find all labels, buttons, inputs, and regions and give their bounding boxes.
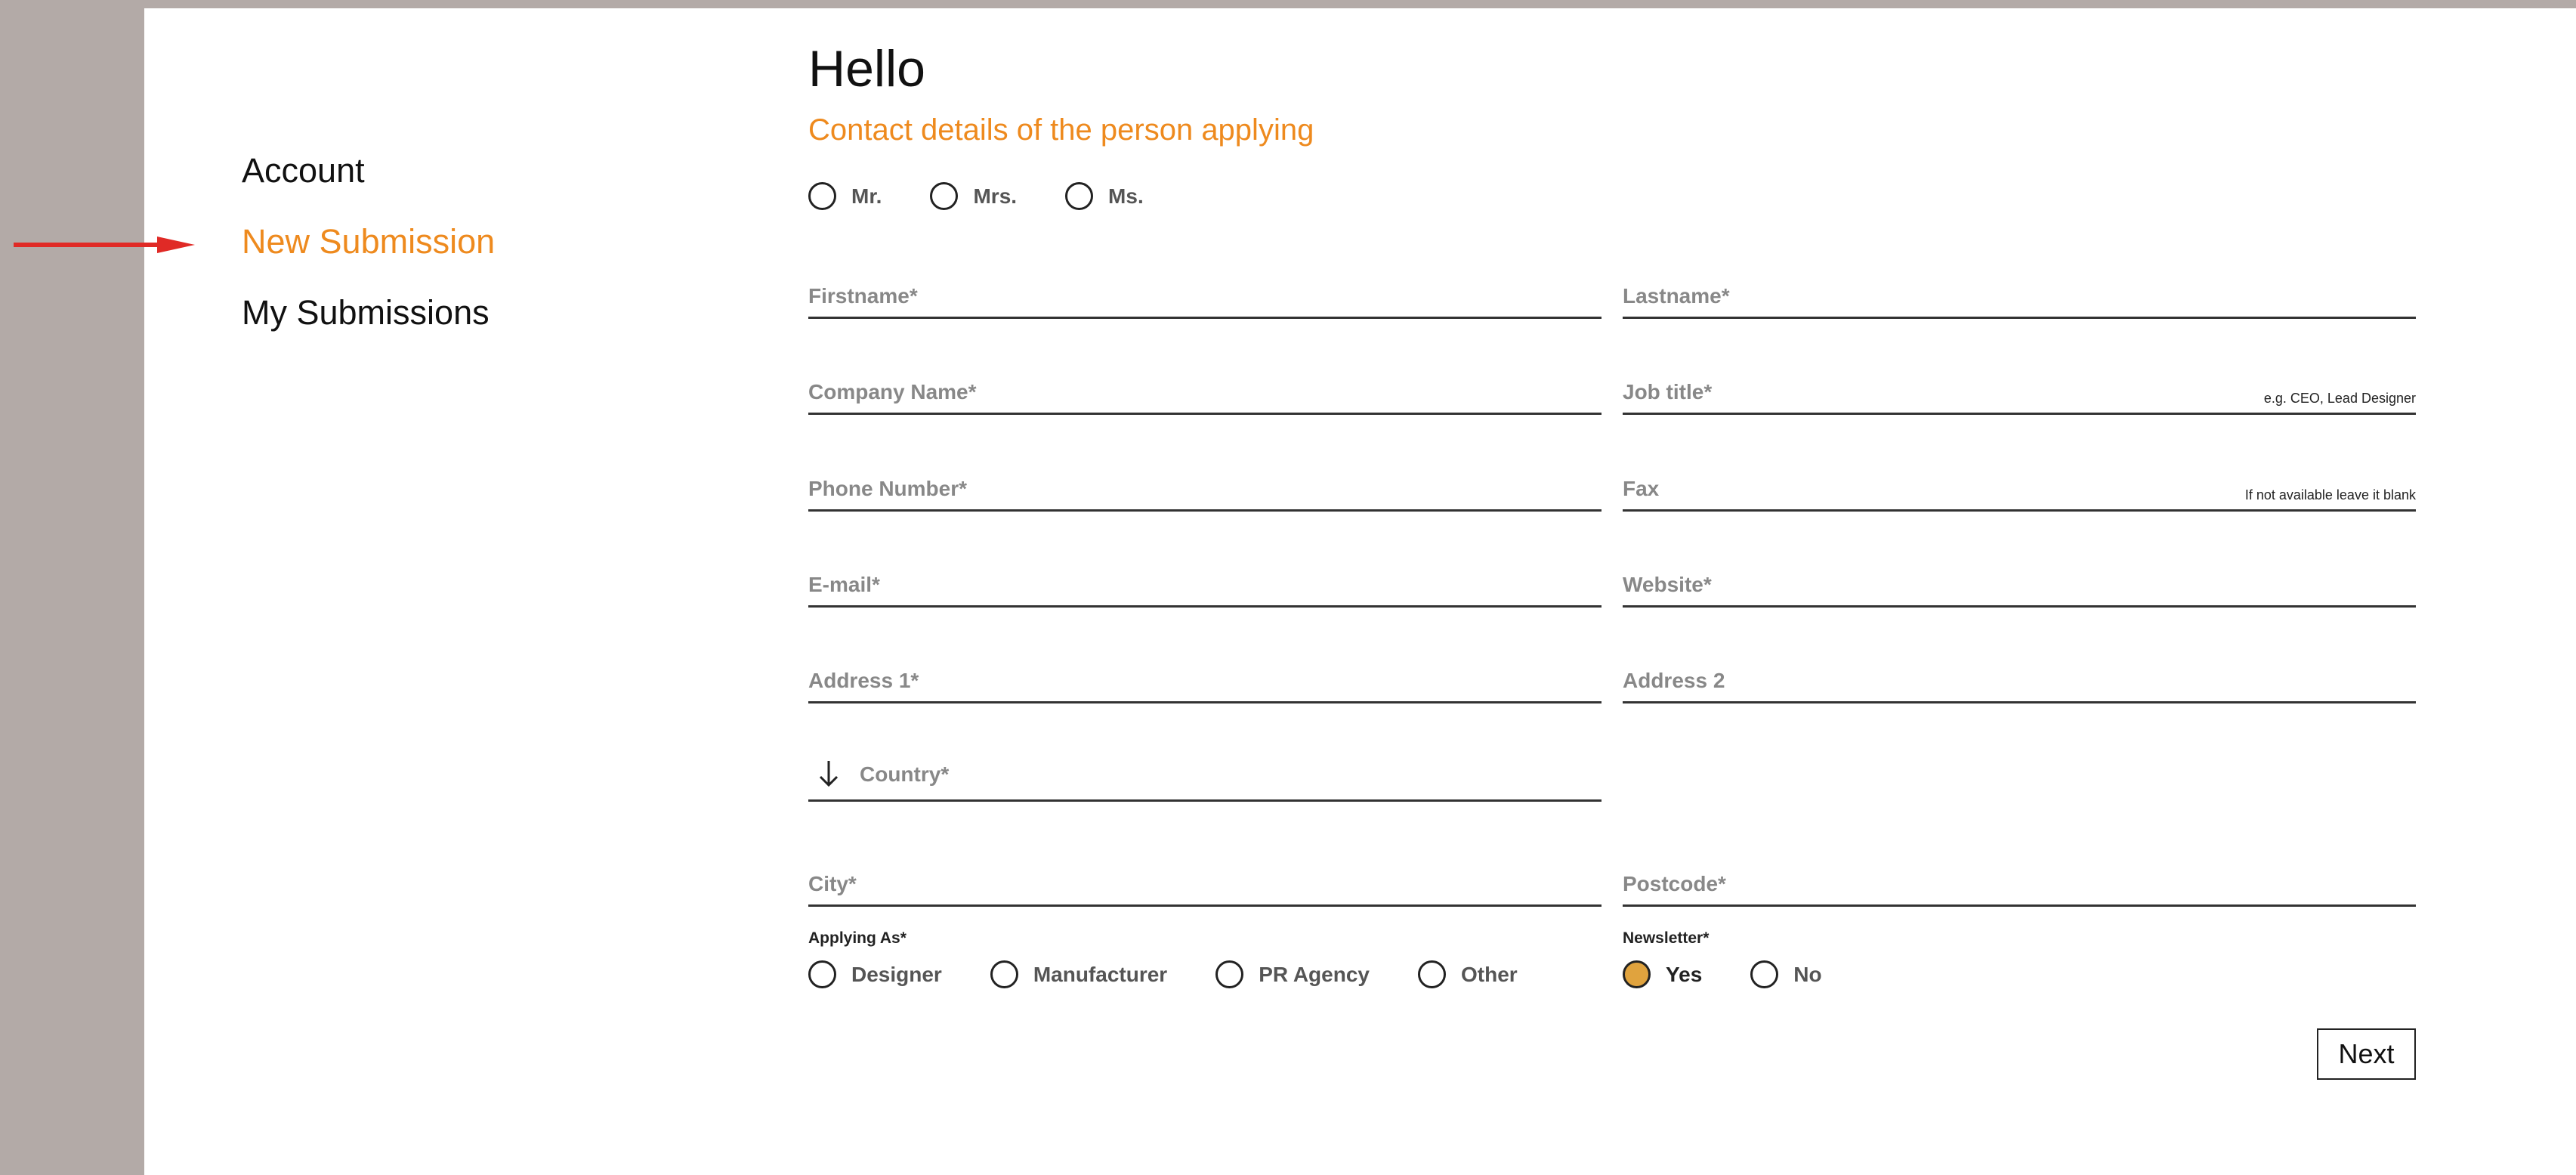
next-button[interactable]: Next: [2317, 1028, 2416, 1080]
applying-manufacturer-radio[interactable]: Manufacturer: [990, 960, 1167, 988]
job-title-hint: e.g. CEO, Lead Designer: [2263, 391, 2416, 406]
city-input[interactable]: [808, 869, 1602, 899]
radio-circle-icon[interactable]: [1065, 182, 1094, 210]
postcode-field[interactable]: [1623, 869, 2416, 907]
newsletter-radio-group: Yes No: [1623, 960, 1822, 988]
country-input[interactable]: [860, 759, 1602, 790]
website-field[interactable]: [1623, 570, 2416, 608]
arrow-down-icon: [819, 761, 839, 787]
radio-label: No: [1793, 962, 1822, 986]
applying-pr-agency-radio[interactable]: PR Agency: [1215, 960, 1370, 988]
radio-label: Ms.: [1108, 184, 1144, 208]
form-subtitle: Contact details of the person applying: [808, 113, 1314, 147]
radio-label: PR Agency: [1259, 962, 1370, 986]
applying-other-radio[interactable]: Other: [1417, 960, 1518, 988]
email-field[interactable]: [808, 570, 1602, 608]
address1-input[interactable]: [808, 666, 1602, 696]
nav-new-submission[interactable]: New Submission: [242, 222, 495, 261]
radio-label: Mr.: [851, 184, 882, 208]
fax-hint: If not available leave it blank: [2244, 487, 2416, 502]
radio-label: Yes: [1666, 962, 1703, 986]
radio-label: Mrs.: [973, 184, 1018, 208]
nav-my-submissions[interactable]: My Submissions: [242, 293, 490, 332]
applying-as-radio-group: Designer Manufacturer PR Agency Other: [808, 960, 1518, 988]
address2-input[interactable]: [1623, 666, 2416, 696]
annotation-arrow-icon: [14, 237, 195, 253]
radio-circle-icon[interactable]: [1750, 960, 1779, 988]
fax-field[interactable]: If not available leave it blank: [1623, 474, 2416, 512]
newsletter-label: Newsletter*: [1623, 929, 1710, 947]
lastname-input[interactable]: [1623, 281, 2416, 311]
radio-circle-icon[interactable]: [808, 182, 836, 210]
company-name-input[interactable]: [808, 377, 1602, 407]
salutation-radio-group: Mr. Mrs. Ms.: [808, 182, 1144, 210]
radio-circle-icon[interactable]: [808, 960, 836, 988]
phone-number-field[interactable]: [808, 474, 1602, 512]
nav-account[interactable]: Account: [242, 151, 365, 190]
address1-field[interactable]: [808, 666, 1602, 703]
company-name-field[interactable]: [808, 377, 1602, 415]
firstname-field[interactable]: [808, 281, 1602, 319]
salutation-ms-radio[interactable]: Ms.: [1065, 182, 1144, 210]
radio-circle-icon[interactable]: [1417, 960, 1446, 988]
radio-circle-icon[interactable]: [1215, 960, 1244, 988]
postcode-input[interactable]: [1623, 869, 2416, 899]
email-input[interactable]: [808, 570, 1602, 600]
radio-selected-icon[interactable]: [1623, 960, 1651, 988]
lastname-field[interactable]: [1623, 281, 2416, 319]
address2-field[interactable]: [1623, 666, 2416, 703]
phone-number-input[interactable]: [808, 474, 1602, 504]
country-select[interactable]: [808, 759, 1602, 802]
job-title-field[interactable]: e.g. CEO, Lead Designer: [1623, 377, 2416, 415]
radio-circle-icon[interactable]: [990, 960, 1018, 988]
applying-as-label: Applying As*: [808, 929, 907, 947]
city-field[interactable]: [808, 869, 1602, 907]
applying-designer-radio[interactable]: Designer: [808, 960, 942, 988]
radio-label: Designer: [851, 962, 942, 986]
radio-label: Manufacturer: [1033, 962, 1168, 986]
firstname-input[interactable]: [808, 281, 1602, 311]
page-title: Hello: [808, 40, 925, 97]
newsletter-no-radio[interactable]: No: [1750, 960, 1822, 988]
radio-label: Other: [1460, 962, 1518, 986]
newsletter-yes-radio[interactable]: Yes: [1623, 960, 1702, 988]
salutation-mr-radio[interactable]: Mr.: [808, 182, 882, 210]
radio-circle-icon[interactable]: [930, 182, 959, 210]
salutation-mrs-radio[interactable]: Mrs.: [930, 182, 1017, 210]
website-input[interactable]: [1623, 570, 2416, 600]
